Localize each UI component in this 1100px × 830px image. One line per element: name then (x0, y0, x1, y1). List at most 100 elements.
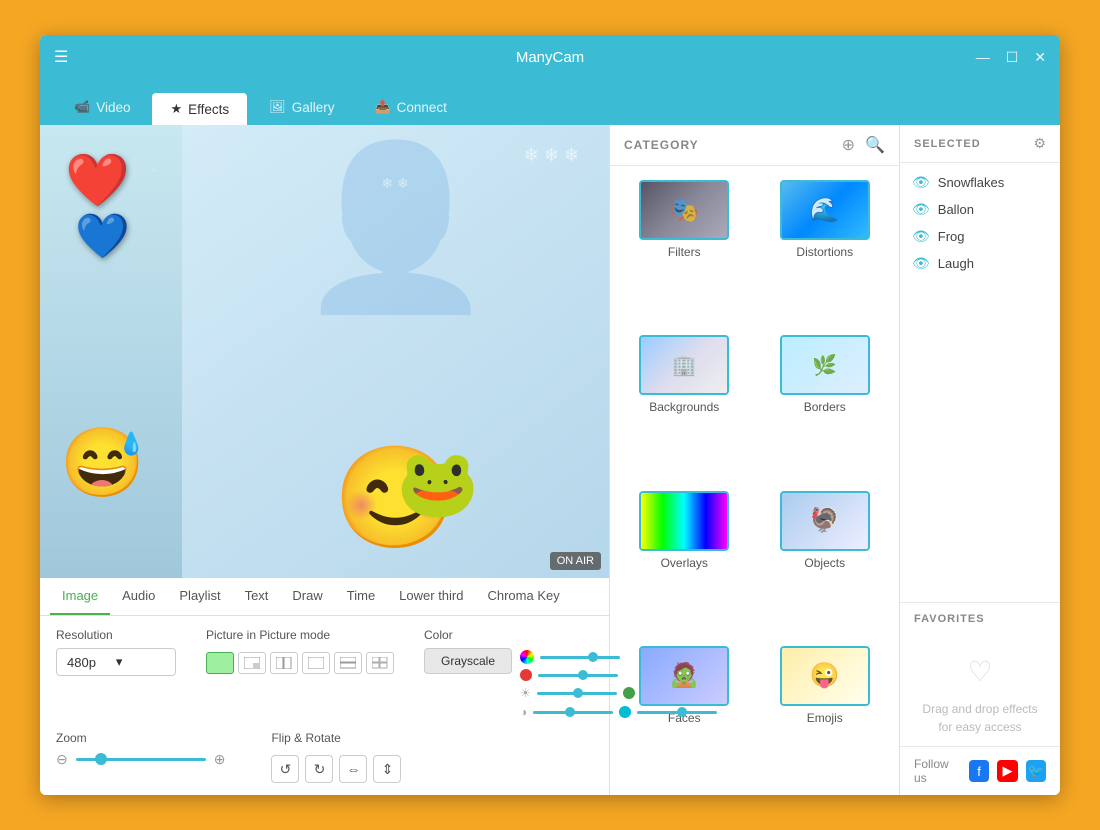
flip-buttons: ↺ ↻ ⇔ ⇕ (271, 755, 401, 783)
minimize-button[interactable]: — (976, 49, 990, 65)
tab-connect[interactable]: 📤 Connect (356, 91, 464, 125)
objects-label: Objects (804, 556, 845, 570)
twitter-button[interactable]: 🐦 (1026, 760, 1046, 782)
category-borders[interactable]: 🌿 Borders (755, 325, 896, 480)
pip-option-2[interactable] (270, 652, 298, 674)
pip-option-0[interactable] (206, 652, 234, 674)
grayscale-button[interactable]: Grayscale (424, 648, 512, 674)
category-overlays[interactable]: Overlays (614, 481, 755, 636)
objects-thumbnail: 🦃 (780, 491, 870, 551)
zoom-row: ⊖ ⊕ (56, 751, 225, 768)
settings-icon[interactable]: ⚙ (1033, 135, 1046, 152)
pip-option-5[interactable] (366, 652, 394, 674)
resolution-select[interactable]: 480p ▾ (56, 648, 176, 676)
menu-icon[interactable]: ☰ (54, 47, 68, 67)
close-button[interactable]: ✕ (1034, 49, 1046, 66)
title-bar: ☰ ManyCam — ☐ ✕ (40, 35, 1060, 79)
tab-effects[interactable]: ★ Effects (152, 93, 247, 125)
red-slider[interactable] (538, 674, 618, 677)
follow-label: Follow us (914, 757, 961, 785)
filters-thumbnail: 🎭 (639, 180, 729, 240)
tab-gallery[interactable]: 🖼 Gallery (251, 91, 352, 125)
brightness-icon: ☀ (520, 686, 531, 700)
distortions-label: Distortions (796, 245, 853, 259)
flip-label: Flip & Rotate (271, 731, 401, 745)
tab-draw[interactable]: Draw (280, 578, 334, 615)
contrast-slider[interactable] (533, 711, 613, 714)
rotate-right-button[interactable]: ↻ (305, 755, 333, 783)
eye-icon-3[interactable]: 👁 (912, 255, 930, 272)
flip-horizontal-button[interactable]: ⇔ (339, 755, 367, 783)
tab-text[interactable]: Text (233, 578, 281, 615)
backgrounds-label: Backgrounds (649, 400, 719, 414)
hue-slider[interactable] (540, 656, 620, 659)
heart-placeholder-icon: ♡ (967, 655, 992, 688)
category-filters[interactable]: 🎭 Filters (614, 170, 755, 325)
pip-options (206, 652, 394, 674)
tab-image[interactable]: Image (50, 578, 110, 615)
favorites-section: FAVORITES ♡ Drag and drop effects for ea… (900, 603, 1060, 746)
overlays-thumbnail (639, 491, 729, 551)
zoom-plus-icon[interactable]: ⊕ (214, 751, 226, 768)
eye-icon-2[interactable]: 👁 (912, 228, 930, 245)
brightness-slider[interactable] (537, 692, 617, 695)
window-controls: — ☐ ✕ (976, 49, 1046, 66)
cyan-slider[interactable] (637, 711, 717, 714)
effects-icon: ★ (170, 101, 182, 117)
tab-effects-label: Effects (188, 102, 229, 117)
tab-video[interactable]: 📹 Video (56, 91, 148, 125)
pip-option-4[interactable] (334, 652, 362, 674)
pip-option-3[interactable] (302, 652, 330, 674)
eye-icon-0[interactable]: 👁 (912, 174, 930, 191)
video-icon: 📹 (74, 99, 90, 115)
selected-item-1: Ballon (938, 202, 974, 217)
selected-list: 👁 Snowflakes 👁 Ballon 👁 Frog 👁 Laugh (900, 163, 1060, 603)
favorites-title: FAVORITES (914, 613, 985, 625)
selected-item-3: Laugh (938, 256, 974, 271)
connect-icon: 📤 (374, 99, 390, 115)
preview-background: 👤 😊 ❤️ 💙 😅 🐸 ❄ ❄ ❄ ❄ ❄ (40, 125, 609, 578)
nav-bar: 📹 Video ★ Effects 🖼 Gallery 📤 Connect (40, 79, 1060, 125)
sub-tabs-row: Image Audio Playlist Text Draw Time (40, 578, 609, 616)
eye-icon-1[interactable]: 👁 (912, 201, 930, 218)
tab-playlist[interactable]: Playlist (167, 578, 232, 615)
tab-lower-third[interactable]: Lower third (387, 578, 475, 615)
flip-group: Flip & Rotate ↺ ↻ ⇔ ⇕ (271, 731, 401, 783)
selected-item-0: Snowflakes (938, 175, 1004, 190)
selected-item-2: Frog (938, 229, 965, 244)
distortions-thumbnail: 🌊 (780, 180, 870, 240)
youtube-button[interactable]: ▶ (997, 760, 1017, 782)
tab-time[interactable]: Time (335, 578, 387, 615)
borders-thumbnail: 🌿 (780, 335, 870, 395)
pip-label: Picture in Picture mode (206, 628, 394, 642)
zoom-label: Zoom (56, 731, 225, 745)
zoom-slider[interactable] (76, 758, 206, 761)
backgrounds-thumbnail: 🏢 (639, 335, 729, 395)
category-backgrounds[interactable]: 🏢 Backgrounds (614, 325, 755, 480)
follow-row: Follow us f ▶ 🐦 (900, 746, 1060, 795)
tab-connect-label: Connect (397, 100, 447, 115)
app-title: ManyCam (516, 49, 584, 66)
search-category-button[interactable]: 🔍 (865, 135, 885, 155)
category-title: CATEGORY (624, 138, 699, 152)
rotate-left-button[interactable]: ↺ (271, 755, 299, 783)
settings-panel: Resolution 480p ▾ Picture in Picture mod… (40, 616, 609, 795)
category-face2[interactable]: 😜 Emojis (755, 636, 896, 791)
zoom-minus-icon[interactable]: ⊖ (56, 751, 68, 768)
add-category-button[interactable]: ⊕ (842, 135, 855, 155)
facebook-button[interactable]: f (969, 760, 989, 782)
pip-option-1[interactable] (238, 652, 266, 674)
heart-red: ❤️ 💙 (65, 155, 130, 259)
resolution-group: Resolution 480p ▾ (56, 628, 176, 676)
tab-audio[interactable]: Audio (110, 578, 167, 615)
color-rainbow-icon (520, 650, 534, 664)
category-distortions[interactable]: 🌊 Distortions (755, 170, 896, 325)
resolution-label: Resolution (56, 628, 176, 642)
tab-chroma-key[interactable]: Chroma Key (475, 578, 571, 615)
flip-vertical-button[interactable]: ⇕ (373, 755, 401, 783)
list-item: 👁 Laugh (910, 250, 1050, 277)
contrast-icon: ◑ (520, 705, 527, 719)
maximize-button[interactable]: ☐ (1006, 49, 1019, 66)
category-objects[interactable]: 🦃 Objects (755, 481, 896, 636)
list-item: 👁 Ballon (910, 196, 1050, 223)
